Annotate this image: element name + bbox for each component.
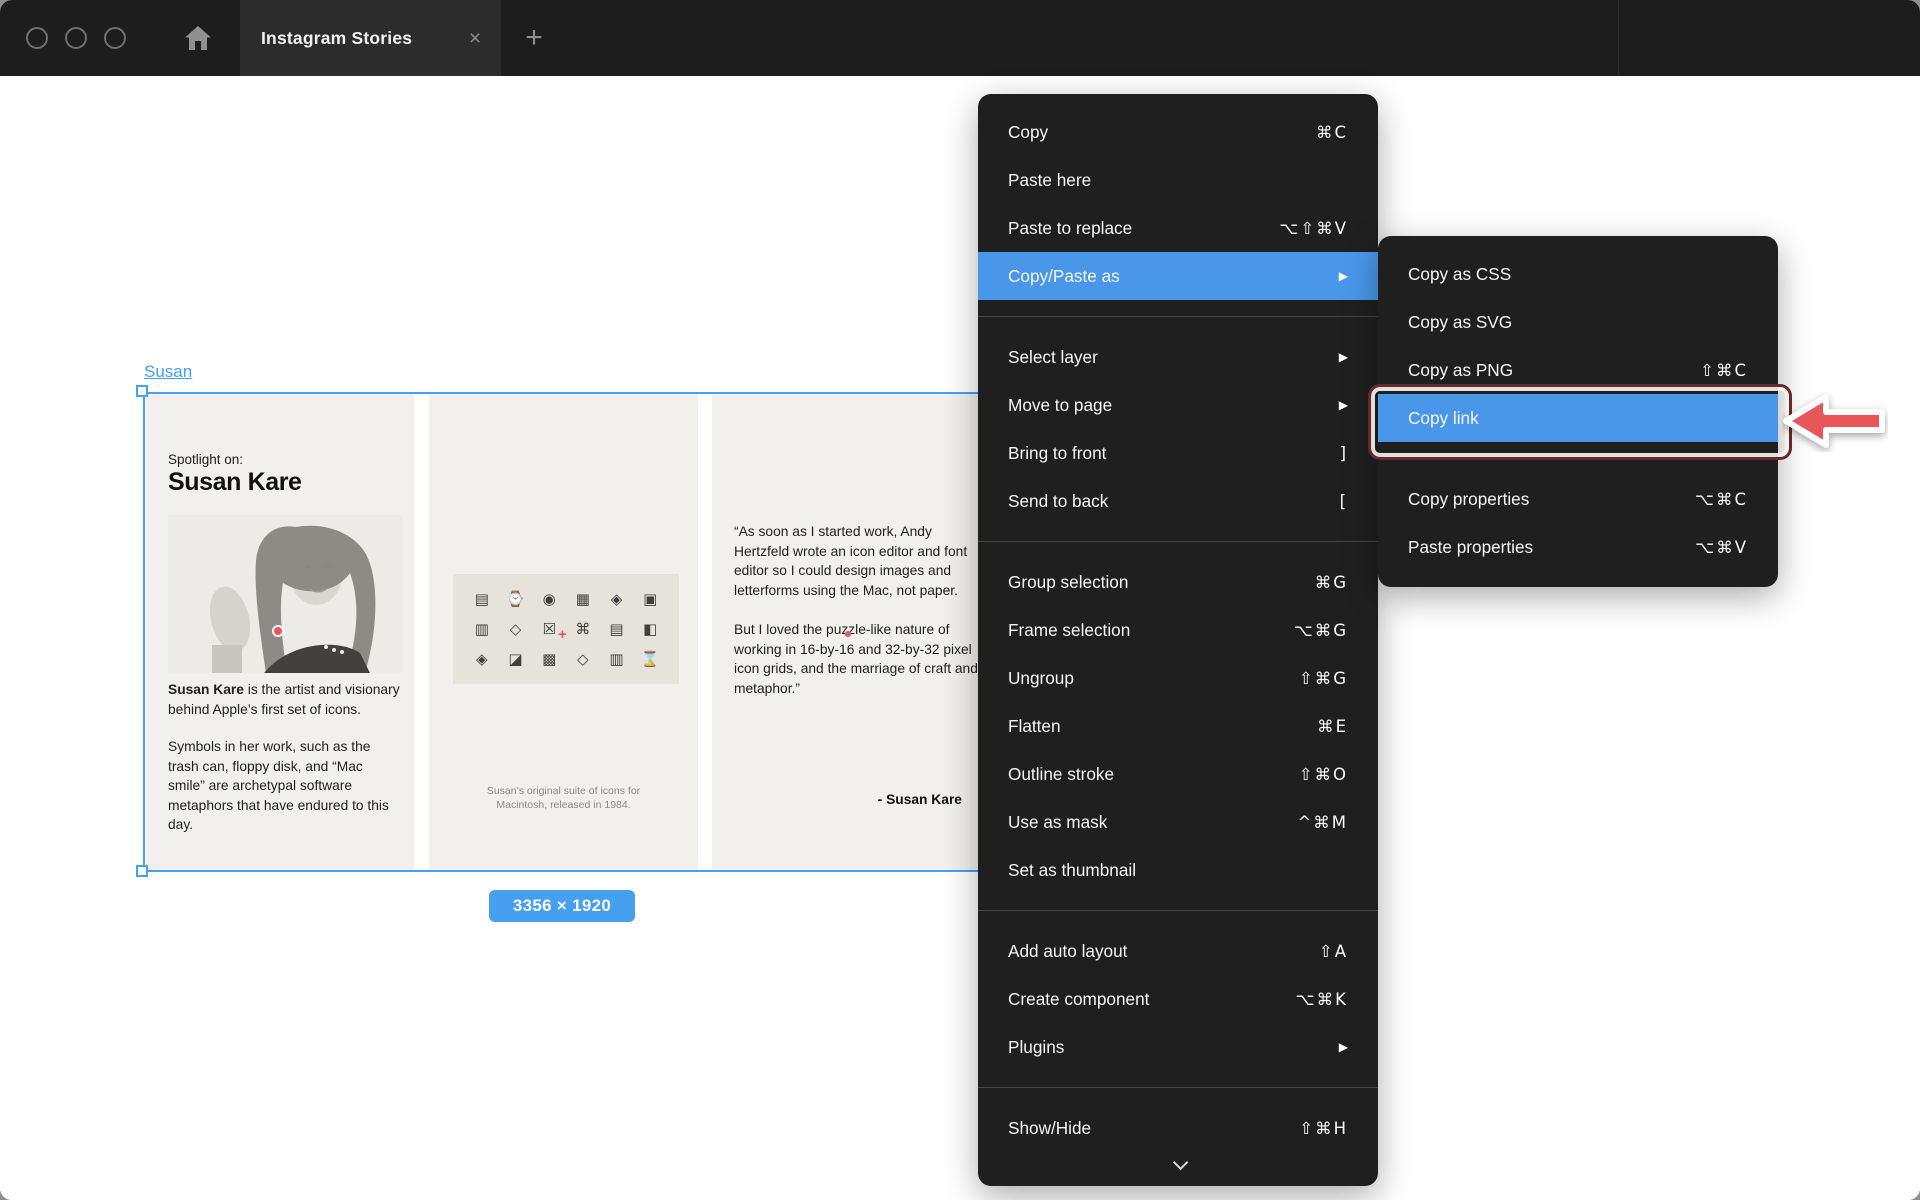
menu-item-plugins[interactable]: Plugins ▶ xyxy=(978,1023,1378,1071)
submenu-arrow-icon: ▶ xyxy=(1339,350,1348,364)
home-button[interactable] xyxy=(178,0,218,76)
card-title: Susan Kare xyxy=(168,468,302,497)
mac-icon: ▥ xyxy=(475,622,489,637)
mac-icon: ▩ xyxy=(542,652,556,667)
menu-item-paste-here[interactable]: Paste here xyxy=(978,156,1378,204)
card-paragraph: Symbols in her work, such as the trash c… xyxy=(168,737,400,835)
mac-icon: ⌘ xyxy=(575,622,590,637)
menu-item-copy[interactable]: Copy ⌘C xyxy=(978,108,1378,156)
comment-pin-icon xyxy=(845,631,851,637)
submenu-arrow-icon: ▶ xyxy=(1339,1040,1348,1054)
menu-item-outline-stroke[interactable]: Outline stroke ⇧⌘O xyxy=(978,750,1378,798)
window-close-button[interactable] xyxy=(26,27,48,49)
tab-close-icon[interactable]: × xyxy=(463,26,487,50)
mac-icon: ◪ xyxy=(508,652,522,667)
tab-title: Instagram Stories xyxy=(261,28,412,49)
mac-icon: ▣ xyxy=(643,592,657,607)
mac-icon: ☒ xyxy=(542,622,555,637)
story-card-spotlight[interactable]: Spotlight on: Susan Kare Susan Kare is t… xyxy=(146,394,414,871)
menu-item-add-auto-layout[interactable]: Add auto layout ⇧A xyxy=(978,927,1378,975)
menu-item-paste-to-replace[interactable]: Paste to replace ⌥⇧⌘V xyxy=(978,204,1378,252)
comment-pin-icon: + xyxy=(558,627,567,642)
menu-item-copy-as-png[interactable]: Copy as PNG ⇧⌘C xyxy=(1378,346,1778,394)
window-minimize-button[interactable] xyxy=(65,27,87,49)
menu-item-copy-as-svg[interactable]: Copy as SVG xyxy=(1378,298,1778,346)
susan-kare-photo[interactable] xyxy=(168,515,402,673)
menu-item-ungroup[interactable]: Ungroup ⇧⌘G xyxy=(978,654,1378,702)
mac-icon: ▦ xyxy=(576,592,590,607)
mac-icon: ⌛ xyxy=(641,652,660,667)
menu-separator xyxy=(978,316,1378,317)
new-tab-button[interactable]: + xyxy=(512,0,556,76)
menu-item-copy-paste-as[interactable]: Copy/Paste as ▶ xyxy=(978,252,1378,300)
card-eyebrow: Spotlight on: xyxy=(168,452,243,467)
menu-item-set-as-thumbnail[interactable]: Set as thumbnail xyxy=(978,846,1378,894)
quote-paragraph: But I loved the puzzle-like nature of wo… xyxy=(734,620,978,698)
menu-separator xyxy=(978,1087,1378,1088)
menu-item-paste-properties[interactable]: Paste properties ⌥⌘V xyxy=(1378,523,1778,571)
mac-icon: ◧ xyxy=(643,622,657,637)
mac-icon: ◉ xyxy=(543,592,556,607)
titlebar: Instagram Stories × + xyxy=(0,0,1920,76)
menu-separator xyxy=(978,910,1378,911)
submenu-arrow-icon: ▶ xyxy=(1339,398,1348,412)
menu-separator xyxy=(1378,458,1778,459)
selection-handle-bottom-left[interactable] xyxy=(136,865,148,877)
menu-item-copy-link[interactable]: Copy link xyxy=(1378,394,1778,442)
quote-paragraph: “As soon as I started work, Andy Hertzfe… xyxy=(734,522,978,600)
mac-icon: ▤ xyxy=(609,622,623,637)
mac-icon: ◈ xyxy=(476,652,488,667)
chevron-down-icon xyxy=(1172,1154,1188,1170)
mac-icon: ▤ xyxy=(475,592,489,607)
menu-item-create-component[interactable]: Create component ⌥⌘K xyxy=(978,975,1378,1023)
mac-icon: ⌚ xyxy=(506,592,525,607)
window-controls xyxy=(26,0,126,76)
menu-separator xyxy=(978,541,1378,542)
menu-item-select-layer[interactable]: Select layer ▶ xyxy=(978,333,1378,381)
submenu-arrow-icon: ▶ xyxy=(1339,269,1348,283)
selection-size-badge: 3356 × 1920 xyxy=(489,890,635,922)
titlebar-divider xyxy=(1618,0,1619,76)
mac-icon: ▥ xyxy=(609,652,623,667)
mac-icon: ◈ xyxy=(611,592,623,607)
figma-window: Instagram Stories × + Susan Spotlight on… xyxy=(0,0,1920,1200)
tab-instagram-stories[interactable]: Instagram Stories × xyxy=(240,0,501,76)
comment-pin-icon xyxy=(274,627,282,635)
copy-paste-as-submenu: Copy as CSS Copy as SVG Copy as PNG ⇧⌘C … xyxy=(1378,236,1778,587)
menu-item-use-as-mask[interactable]: Use as mask ^⌘M xyxy=(978,798,1378,846)
menu-item-frame-selection[interactable]: Frame selection ⌥⌘G xyxy=(978,606,1378,654)
menu-scroll-more[interactable] xyxy=(978,1152,1378,1176)
menu-item-send-to-back[interactable]: Send to back [ xyxy=(978,477,1378,525)
menu-item-copy-as-css[interactable]: Copy as CSS xyxy=(1378,250,1778,298)
frame-name-label[interactable]: Susan xyxy=(144,362,192,382)
icon-grid-caption: Susan’s original suite of icons for Maci… xyxy=(429,784,698,812)
card-paragraph: Susan Kare is the artist and visionary b… xyxy=(168,680,400,719)
selection-handle-top-left[interactable] xyxy=(136,385,148,397)
menu-item-move-to-page[interactable]: Move to page ▶ xyxy=(978,381,1378,429)
quote-attribution: - Susan Kare xyxy=(878,792,962,807)
menu-item-copy-properties[interactable]: Copy properties ⌥⌘C xyxy=(1378,475,1778,523)
context-menu: Copy ⌘C Paste here Paste to replace ⌥⇧⌘V… xyxy=(978,94,1378,1186)
menu-item-flatten[interactable]: Flatten ⌘E xyxy=(978,702,1378,750)
menu-item-group-selection[interactable]: Group selection ⌘G xyxy=(978,558,1378,606)
home-icon xyxy=(185,26,211,50)
menu-item-bring-to-front[interactable]: Bring to front ] xyxy=(978,429,1378,477)
mac-icon: ◇ xyxy=(510,622,522,637)
bold-lead: Susan Kare xyxy=(168,682,244,697)
mac-icon: ◇ xyxy=(577,652,589,667)
menu-item-show-hide[interactable]: Show/Hide ⇧⌘H xyxy=(978,1104,1378,1152)
window-zoom-button[interactable] xyxy=(104,27,126,49)
